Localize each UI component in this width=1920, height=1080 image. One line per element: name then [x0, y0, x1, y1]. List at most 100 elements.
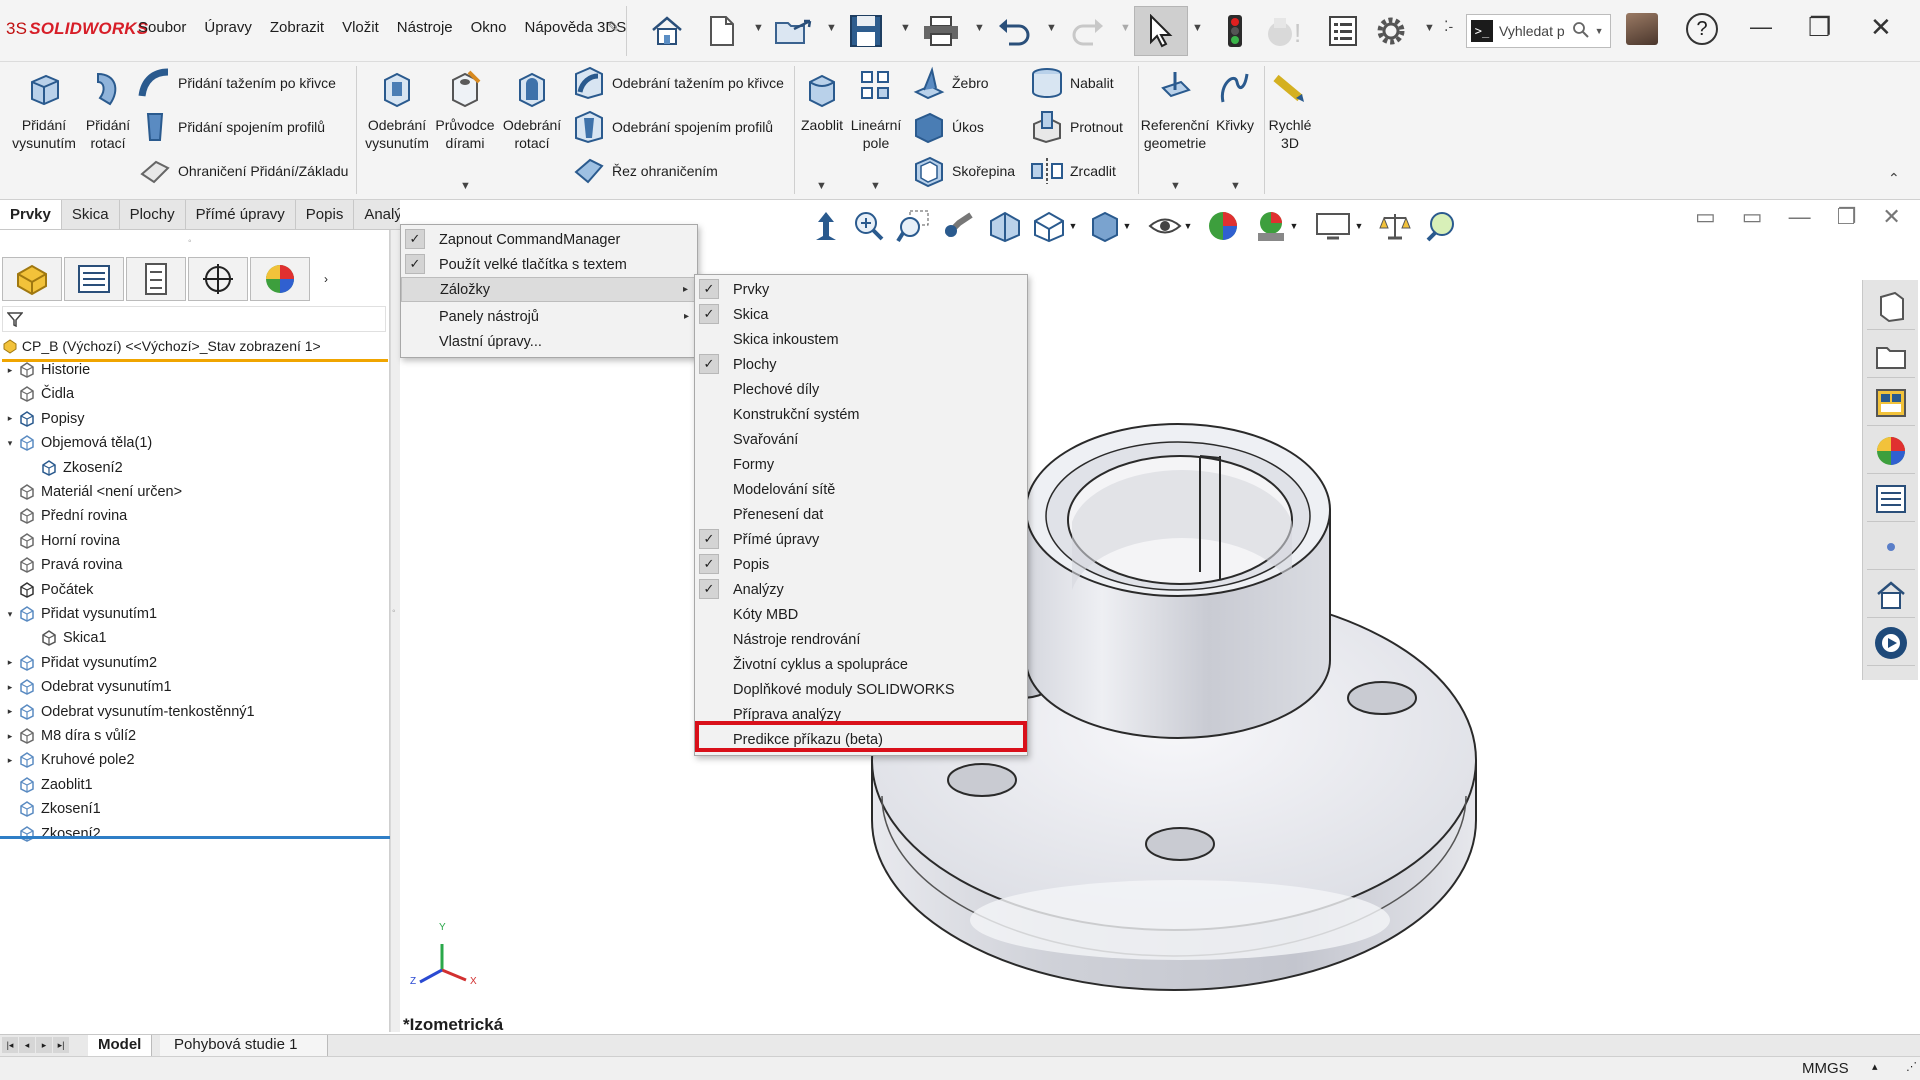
expand-arrow-icon[interactable]: ▸ [2, 706, 18, 717]
edit-appearance-icon[interactable] [1200, 204, 1246, 248]
chevron-down-icon[interactable]: ▼ [816, 180, 827, 192]
appearances-icon[interactable] [1867, 428, 1915, 474]
tile-right-icon[interactable]: ▭ [1742, 204, 1763, 230]
redo-icon[interactable] [1068, 12, 1108, 50]
file-explorer-icon[interactable] [1867, 380, 1915, 426]
expand-arrow-icon[interactable]: ▸ [2, 755, 18, 766]
zoom-to-area-icon[interactable] [890, 204, 936, 248]
linear-pattern-button[interactable]: Lineární pole [846, 68, 906, 152]
tree-node-historie[interactable]: ▸ Historie [2, 358, 90, 382]
evaluate-icon[interactable] [1372, 204, 1418, 248]
chevron-down-icon[interactable]: ▼ [1170, 180, 1181, 192]
search-box[interactable]: >_ Vyhledat p ▼ [1466, 14, 1611, 48]
3d-compass-icon[interactable] [1867, 620, 1915, 666]
lofted-boss-button[interactable]: Přidání spojením profilů [138, 110, 325, 144]
doc-minimize-icon[interactable]: — [1789, 204, 1811, 230]
first-tab-icon[interactable]: |◂ [2, 1037, 18, 1053]
tab-popis[interactable]: Popis [296, 200, 355, 229]
submenu-item-doplnkove-moduly-solidworks[interactable]: Doplňkové moduly SOLIDWORKS [695, 677, 1027, 702]
zoom-to-fit-icon[interactable] [844, 204, 890, 248]
swept-cut-button[interactable]: Odebrání tažením po křivce [572, 66, 784, 100]
lofted-cut-button[interactable]: Odebrání spojením profilů [572, 110, 773, 144]
last-tab-icon[interactable]: ▸| [53, 1037, 69, 1053]
tree-node-material-neni-urcen[interactable]: Materiál <není určen> [2, 480, 182, 504]
chevron-down-icon[interactable]: ▼ [1424, 22, 1435, 34]
submenu-item-plechove-dily[interactable]: Plechové díly [695, 377, 1027, 402]
expand-arrow-icon[interactable]: ▸ [2, 682, 18, 693]
menu-item-vlastni-upravy[interactable]: Vlastní úpravy... [401, 329, 697, 354]
restore-button[interactable]: ❐ [1808, 12, 1831, 43]
fillet-button[interactable]: Zaoblit [796, 68, 848, 134]
resize-grip-icon[interactable]: ⋰ [1906, 1060, 1917, 1073]
draft-button[interactable]: Úkos [912, 110, 984, 144]
traffic-light-icon[interactable] [1218, 10, 1252, 52]
tile-left-icon[interactable]: ▭ [1695, 204, 1716, 230]
chevron-down-icon[interactable]: ▼ [753, 22, 764, 34]
chevron-down-icon[interactable]: ▼ [1355, 221, 1364, 231]
chevron-down-icon[interactable]: ▼ [1120, 22, 1131, 34]
dimxpert-tab-icon[interactable] [188, 257, 248, 301]
chevron-down-icon[interactable]: ▼ [1595, 26, 1604, 36]
menu-item-pouzit-velke-tlacitka-s-textem[interactable]: ✓ Použít velké tlačítka s textem [401, 252, 697, 277]
chevron-down-icon[interactable]: ▼ [1123, 221, 1132, 231]
chevron-down-icon[interactable]: ▼ [460, 180, 471, 192]
mirror-button[interactable]: Zrcadlit [1030, 154, 1116, 188]
display-style-icon[interactable]: ▼ [1080, 204, 1140, 248]
boundary-boss-button[interactable]: Ohraničení Přidání/Základu [138, 154, 348, 188]
previous-view-icon[interactable] [936, 204, 982, 248]
hole-wizard-button[interactable]: Průvodce dírami [432, 68, 498, 152]
chevron-down-icon[interactable]: ▼ [826, 22, 837, 34]
reference-geometry-button[interactable]: Referenční geometrie [1140, 68, 1210, 152]
units-arrow-icon[interactable]: ▴ [1872, 1060, 1878, 1073]
chevron-down-icon[interactable]: ▼ [870, 180, 881, 192]
tree-node-pridat-vysunutim1[interactable]: ▾ Přidat vysunutím1 [2, 602, 157, 626]
print-icon[interactable] [920, 12, 962, 50]
tree-node-popisy[interactable]: ▸ Popisy [2, 407, 85, 431]
tree-node-m8-dira-s-vuli2[interactable]: ▸ M8 díra s vůlí2 [2, 724, 136, 748]
tree-node-pridat-vysunutim2[interactable]: ▸ Přidat vysunutím2 [2, 651, 157, 675]
feature-manager-tab-icon[interactable] [2, 257, 62, 301]
rib-button[interactable]: Žebro [912, 66, 989, 100]
pin-menu-icon[interactable]: ✎ [607, 18, 620, 36]
panel-splitter[interactable]: ◦ [390, 230, 400, 1032]
tree-node-zaoblit1[interactable]: Zaoblit1 [2, 773, 93, 797]
chevron-down-icon[interactable]: ▼ [1184, 221, 1193, 231]
design-library-icon[interactable] [1867, 332, 1915, 378]
chevron-down-icon[interactable]: ▼ [900, 22, 911, 34]
undo-icon[interactable] [994, 12, 1034, 50]
intersect-button[interactable]: Protnout [1030, 110, 1123, 144]
select-cursor-icon[interactable] [1134, 6, 1188, 56]
tree-node-odebrat-vysunutim1[interactable]: ▸ Odebrat vysunutím1 [2, 675, 172, 699]
help-icon[interactable]: ? [1686, 13, 1718, 45]
search-input[interactable]: Vyhledat p [1499, 23, 1565, 39]
file-properties-icon[interactable] [1324, 12, 1362, 50]
doc-close-icon[interactable]: ✕ [1882, 204, 1900, 230]
gear-icon[interactable] [1372, 12, 1410, 50]
next-tab-icon[interactable]: ▸ [36, 1037, 52, 1053]
doc-restore-icon[interactable]: ❐ [1837, 204, 1857, 230]
submenu-item-prime-upravy[interactable]: ✓ Přímé úpravy [695, 527, 1027, 552]
tree-node-objemova-tela-1[interactable]: ▾ Objemová těla(1) [2, 431, 152, 455]
save-icon[interactable] [846, 12, 886, 50]
submenu-item-prvky[interactable]: ✓ Prvky [695, 277, 1027, 302]
tree-filter[interactable] [2, 306, 386, 332]
tree-node-skica1[interactable]: Skica1 [24, 626, 107, 650]
minimize-button[interactable]: — [1750, 14, 1772, 40]
toolbar-overflow-icon[interactable]: ⁚- [1444, 18, 1453, 35]
chevron-down-icon[interactable]: ▼ [974, 22, 985, 34]
tab-motion-study[interactable]: Pohybová studie 1 [160, 1035, 328, 1056]
view-settings-icon[interactable]: ▼ [1306, 204, 1372, 248]
tree-node-prava-rovina[interactable]: Pravá rovina [2, 553, 122, 577]
rebuild-icon[interactable]: ! [1263, 10, 1305, 52]
open-folder-icon[interactable] [773, 12, 815, 50]
new-document-icon[interactable] [706, 12, 738, 50]
measure-icon[interactable] [1418, 204, 1464, 248]
collapse-ribbon-icon[interactable]: ⌃ [1888, 170, 1900, 187]
view-orientation-icon[interactable] [808, 204, 844, 248]
swept-boss-button[interactable]: Přidání tažením po křivce [138, 66, 336, 100]
units-selector[interactable]: MMGS [1802, 1060, 1849, 1077]
extruded-cut-button[interactable]: Odebrání vysunutím [362, 68, 432, 152]
menu-upravy[interactable]: Úpravy [204, 19, 252, 36]
boundary-cut-button[interactable]: Řez ohraničením [572, 154, 718, 188]
tree-node-pocatek[interactable]: Počátek [2, 578, 93, 602]
